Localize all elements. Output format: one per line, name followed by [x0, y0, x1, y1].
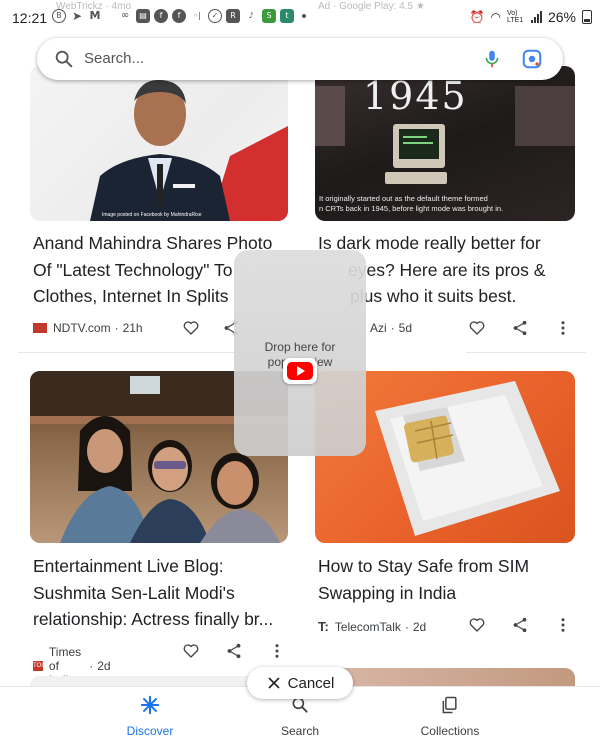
toi-logo-icon: TOI — [33, 661, 43, 671]
mic-icon[interactable] — [481, 48, 503, 70]
title-line: How to Stay Safe from SIM — [318, 556, 530, 576]
bell-icon: ♪ — [248, 11, 254, 20]
battery-icon — [582, 10, 592, 24]
image-caption: It originally started out as the default… — [319, 194, 503, 214]
article-title[interactable]: Entertainment Live Blog: Sushmita Sen-La… — [33, 553, 291, 633]
article-age: 21h — [122, 321, 143, 335]
facebook-icon: f — [154, 9, 168, 23]
alarm-icon: ⏰ — [469, 10, 485, 24]
share-icon[interactable] — [511, 616, 529, 634]
meta-separator: · — [114, 321, 119, 335]
image-caption: Image posted on Facebook by MahindraRise — [102, 212, 202, 218]
nav-label: Discover — [126, 724, 174, 738]
nav-item-collections[interactable]: Collections — [390, 693, 510, 738]
person-photo — [90, 79, 288, 221]
discover-icon — [140, 695, 160, 715]
heart-icon[interactable] — [468, 319, 486, 337]
article-age: 2d — [97, 659, 111, 673]
status-time: 12:21 — [12, 10, 48, 26]
article-age: 2d — [412, 619, 427, 634]
popup-drop-zone[interactable]: Drop here for pop-up view — [234, 250, 366, 456]
article-meta: NDTV.com · 21h — [33, 321, 143, 335]
nav-label: Search — [280, 724, 320, 738]
caption-line: It originally started out as the default… — [319, 194, 488, 203]
message-icon: ▤ — [136, 9, 150, 23]
nav-label: Collections — [420, 724, 480, 738]
wifi-icon: ◠ — [490, 10, 501, 24]
heart-icon[interactable] — [182, 319, 200, 337]
more-options-icon[interactable] — [268, 642, 286, 660]
app-teal-icon: t — [280, 9, 294, 23]
article-image[interactable]: 1945 It originally started out as the de… — [315, 66, 575, 221]
meta-separator: · — [89, 659, 94, 673]
app-notification-icons: ∞ ▤ f f ◦| ✓ R ♪ S t — [118, 9, 306, 23]
cancel-button[interactable]: Cancel — [247, 667, 353, 699]
search-bar[interactable]: Search... — [37, 38, 563, 80]
lens-icon[interactable] — [521, 48, 543, 70]
card-divider — [466, 352, 586, 353]
title-line: Entertainment Live Blog: — [33, 556, 224, 576]
check-icon: ✓ — [208, 9, 222, 23]
source-name: NDTV.com — [53, 321, 111, 335]
notification-icons: B ➤ M — [52, 9, 102, 23]
title-line: Sushmita Sen-Lalit Modi's — [33, 582, 235, 603]
article-age: 5d — [398, 321, 413, 335]
caption-line: n CRTs back in 1945, before light mode w… — [319, 204, 504, 213]
nav-item-search[interactable]: Search — [240, 693, 360, 738]
youtube-icon — [283, 358, 317, 384]
next-card-peek — [315, 668, 575, 688]
flow-icon: ◦| — [193, 11, 201, 20]
more-options-icon[interactable] — [554, 319, 572, 337]
share-icon[interactable] — [511, 319, 529, 337]
telegram-icon: ➤ — [71, 9, 83, 23]
collections-icon — [442, 696, 457, 714]
title-line: Swapping in India — [318, 582, 457, 603]
nav-item-discover[interactable]: Discover — [90, 693, 210, 738]
title-line: relationship: Actress finally br... — [33, 609, 274, 629]
more-notifications-dot — [302, 14, 306, 18]
signal-icon — [530, 11, 542, 23]
status-bar: WebTrickz · 4mo Ad · Google Play: 4.5 ★ … — [0, 0, 600, 36]
share-icon[interactable] — [225, 642, 243, 660]
gmail-icon: M — [89, 9, 101, 22]
b-app-icon: B — [52, 9, 66, 23]
facebook-icon-2: f — [172, 9, 186, 23]
search-placeholder[interactable]: Search... — [84, 50, 144, 67]
status-right: ⏰ ◠ Vo) LTE1 26% — [470, 9, 592, 25]
source-name: Azi — [370, 321, 387, 335]
rto-icon: R — [226, 9, 240, 23]
ghost-text-right: Ad · Google Play: 4.5 ★ — [318, 1, 425, 12]
app-green-icon: S — [262, 9, 276, 23]
close-icon — [268, 677, 280, 689]
cancel-label: Cancel — [287, 674, 335, 692]
article-meta: T: TelecomTalk · 2d — [318, 619, 426, 634]
article-title[interactable]: How to Stay Safe from SIM Swapping in In… — [318, 553, 578, 606]
search-icon — [55, 50, 73, 68]
network-label: Vo) LTE1 — [506, 10, 524, 24]
loop-icon: ∞ — [120, 10, 130, 21]
meta-separator: · — [404, 619, 409, 634]
more-options-icon[interactable] — [554, 616, 572, 634]
article-image[interactable]: Image posted on Facebook by MahindraRise — [30, 66, 288, 221]
ndtv-logo-icon — [33, 323, 47, 333]
telecomtalk-logo-icon: T: — [318, 619, 329, 634]
heart-icon[interactable] — [182, 642, 200, 660]
drop-zone-line: Drop here for — [264, 340, 336, 354]
source-name: TelecomTalk — [334, 619, 401, 634]
article-meta: Azi · 5d — [370, 321, 412, 335]
battery-percent: 26% — [547, 9, 576, 25]
heart-icon[interactable] — [468, 616, 486, 634]
meta-separator: · — [390, 321, 395, 335]
